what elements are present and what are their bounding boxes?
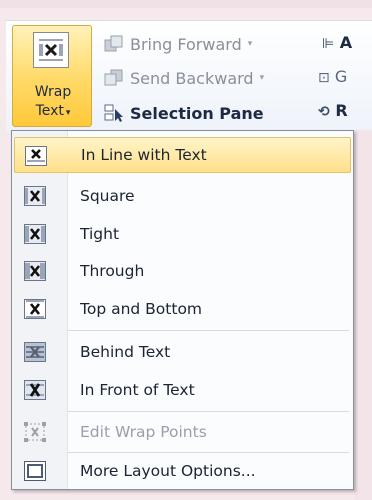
- selection-pane-icon: [104, 103, 124, 123]
- wrap-text-button[interactable]: Wrap Text ▾: [12, 25, 92, 127]
- menu-item-label: Top and Bottom: [80, 300, 203, 318]
- bring-forward-button[interactable]: Bring Forward ▾: [104, 31, 252, 57]
- bring-forward-icon: [104, 34, 124, 54]
- tight-wrap-icon: [24, 224, 46, 244]
- chevron-down-icon: ▾: [65, 108, 71, 118]
- menu-item-label: Tight: [80, 225, 120, 243]
- edit-wrap-points-icon: [24, 422, 46, 442]
- layout-options-icon: [24, 461, 46, 481]
- menu-item-through[interactable]: Through: [14, 253, 351, 289]
- window-top-strip: [0, 0, 372, 8]
- group-button[interactable]: ⊡ G: [318, 67, 347, 86]
- menu-item-label: Square: [80, 187, 135, 205]
- through-wrap-icon: [24, 261, 46, 281]
- selection-pane-label: Selection Pane: [130, 103, 264, 123]
- send-backward-icon: [104, 68, 124, 88]
- rotate-icon: ⟲: [318, 104, 330, 120]
- align-label: A: [339, 33, 353, 52]
- menu-item-label: In Line with Text: [81, 146, 207, 164]
- group-label: G: [334, 67, 348, 86]
- behind-text-icon: [24, 342, 46, 362]
- menu-item-more-layout-options[interactable]: More Layout Options...: [14, 453, 351, 489]
- rotate-button[interactable]: ⟲ R: [318, 101, 348, 120]
- menu-item-in-line-with-text[interactable]: In Line with Text: [14, 137, 351, 173]
- menu-item-label: More Layout Options...: [80, 462, 256, 480]
- menu-item-tight[interactable]: Tight: [14, 216, 351, 252]
- background-strip: [354, 130, 372, 500]
- rotate-label: R: [335, 101, 348, 120]
- selection-pane-button[interactable]: Selection Pane: [104, 100, 264, 126]
- menu-item-label: Edit Wrap Points: [80, 423, 207, 441]
- menu-item-label: Through: [80, 262, 145, 280]
- wrap-text-label-line2: Text ▾: [13, 103, 93, 119]
- send-backward-button[interactable]: Send Backward ▾: [104, 65, 264, 91]
- group-icon: ⊡: [318, 70, 330, 86]
- inline-with-text-icon: [25, 146, 47, 166]
- wrap-text-icon: [33, 32, 69, 68]
- align-button[interactable]: ⊫ A: [322, 33, 352, 52]
- send-backward-label: Send Backward: [130, 68, 254, 88]
- in-front-text-icon: [24, 380, 46, 400]
- wrap-text-label-text: Text: [35, 103, 64, 119]
- wrap-text-label-line1: Wrap: [34, 84, 72, 100]
- menu-item-square[interactable]: Square: [14, 178, 351, 214]
- top-bottom-wrap-icon: [24, 299, 46, 319]
- bring-forward-label: Bring Forward: [130, 34, 242, 54]
- menu-item-label: In Front of Text: [80, 381, 195, 399]
- wrap-text-menu: In Line with Text Square Tight Through T…: [11, 130, 354, 490]
- menu-separator: [68, 330, 349, 331]
- menu-item-behind-text[interactable]: Behind Text: [14, 334, 351, 370]
- menu-item-edit-wrap-points[interactable]: Edit Wrap Points: [14, 414, 351, 450]
- square-wrap-icon: [24, 186, 46, 206]
- align-icon: ⊫: [322, 36, 335, 52]
- menu-item-in-front-of-text[interactable]: In Front of Text: [14, 372, 351, 408]
- menu-separator: [68, 411, 349, 412]
- chevron-down-icon: ▾: [259, 73, 265, 83]
- menu-item-top-and-bottom[interactable]: Top and Bottom: [14, 291, 351, 327]
- chevron-down-icon: ▾: [247, 39, 253, 49]
- menu-item-label: Behind Text: [80, 343, 171, 361]
